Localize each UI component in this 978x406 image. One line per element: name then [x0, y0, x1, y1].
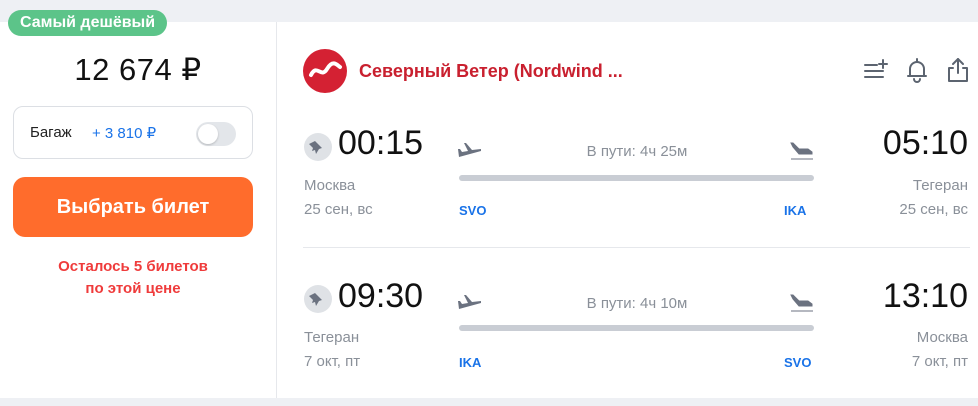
- remaining-line-1: Осталось 5 билетов: [58, 258, 208, 275]
- flight-track: [459, 325, 814, 331]
- cheapest-badge: Самый дешёвый: [8, 10, 168, 36]
- pin-icon[interactable]: [304, 285, 332, 313]
- departure-city: Тегеран: [304, 329, 360, 346]
- baggage-label: Багаж: [30, 124, 72, 141]
- arrival-time: 13:10: [882, 277, 968, 315]
- airline-name: Северный Ветер (Nordwind ...: [359, 61, 623, 81]
- toggle-knob: [198, 124, 218, 144]
- bell-icon[interactable]: [903, 56, 931, 84]
- airline-logo: [303, 49, 347, 93]
- ticket-price: 12 674 ₽: [74, 52, 202, 87]
- departure-airport-code: IKA: [459, 355, 482, 370]
- landing-icon: [789, 290, 815, 316]
- baggage-option[interactable]: Багаж + 3 810 ₽: [13, 106, 253, 159]
- departure-date: 7 окт, пт: [304, 353, 361, 370]
- baggage-toggle[interactable]: [196, 122, 236, 146]
- baggage-price: + 3 810 ₽: [92, 125, 157, 142]
- arrival-city: Москва: [916, 329, 968, 346]
- flight-track: [459, 175, 814, 181]
- filter-add-icon[interactable]: [862, 56, 890, 84]
- arrival-date: 25 сен, вс: [899, 201, 968, 218]
- departure-time: 00:15: [338, 124, 424, 162]
- share-icon[interactable]: [944, 56, 972, 84]
- flight-duration: В пути: 4ч 25м: [586, 143, 688, 160]
- remaining-tickets-notice: Осталось 5 билетов по этой цене: [13, 256, 253, 300]
- arrival-airport-code: SVO: [784, 355, 812, 370]
- departure-time: 09:30: [338, 277, 424, 315]
- select-ticket-button[interactable]: Выбрать билет: [13, 177, 253, 237]
- segment-divider: [303, 247, 970, 248]
- arrival-date: 7 окт, пт: [911, 353, 968, 370]
- page-background-bottom: [0, 398, 978, 406]
- remaining-line-2: по этой цене: [85, 280, 181, 297]
- departure-city: Москва: [304, 177, 356, 194]
- arrival-time: 05:10: [882, 124, 968, 162]
- departure-airport-code: SVO: [459, 203, 487, 218]
- landing-icon: [789, 138, 815, 164]
- departure-date: 25 сен, вс: [304, 201, 373, 218]
- card-divider: [276, 22, 277, 398]
- flight-duration: В пути: 4ч 10м: [586, 295, 688, 312]
- pin-icon[interactable]: [304, 133, 332, 161]
- arrival-city: Тегеран: [912, 177, 968, 194]
- arrival-airport-code: IKA: [784, 203, 807, 218]
